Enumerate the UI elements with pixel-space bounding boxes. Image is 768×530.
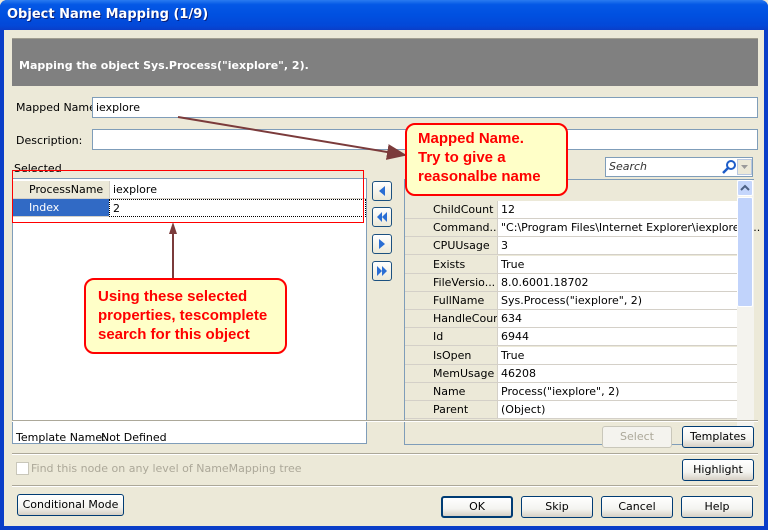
annotation-arrowhead bbox=[169, 222, 177, 234]
callout-line: search for this object bbox=[98, 326, 250, 343]
callout-selected: Using these selected properties, tescomp… bbox=[84, 278, 287, 354]
callout-line: Try to give a bbox=[418, 149, 506, 166]
callout-line: reasonalbe name bbox=[418, 168, 541, 185]
callout-line: properties, tescomplete bbox=[98, 307, 268, 324]
annotation-arrow-mapped-name bbox=[177, 116, 407, 160]
callout-mapped-name: Mapped Name. Try to give a reasonalbe na… bbox=[405, 123, 568, 196]
annotation-arrows bbox=[169, 116, 407, 278]
callout-line: Using these selected bbox=[98, 288, 248, 305]
callout-line: Mapped Name. bbox=[418, 130, 524, 147]
